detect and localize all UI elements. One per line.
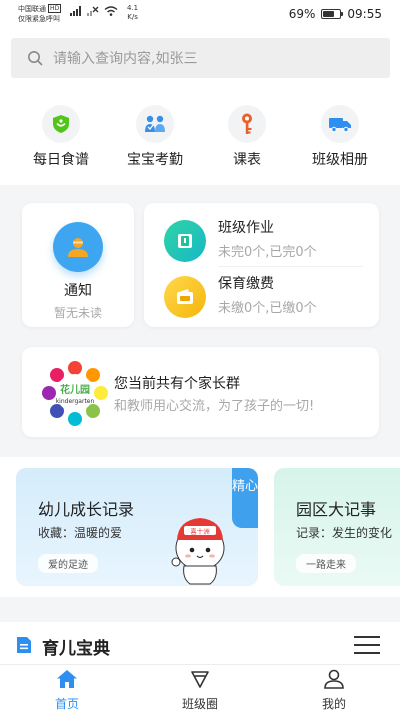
meal-icon-wrap (42, 105, 80, 143)
quick-action-meal[interactable]: 每日食谱 (16, 105, 106, 169)
tab-label: 班级圈 (181, 697, 218, 711)
notice-title: 通知 (64, 283, 92, 299)
home-icon (57, 670, 77, 688)
class-circle-icon (191, 671, 209, 688)
carrier-label: 中国联通 (18, 5, 46, 13)
document-icon (17, 637, 31, 653)
notice-icon-wrap (53, 222, 103, 272)
truck-icon (329, 118, 351, 133)
record-title: 园区大记事 (296, 500, 377, 519)
kindergarten-logo: 花儿园 kindergarten (42, 361, 108, 426)
quick-action-label: 宝宝考勤 (127, 152, 183, 168)
tab-home[interactable]: 首页 (27, 669, 107, 711)
tab-class-circle[interactable]: 班级圈 (160, 669, 240, 711)
search-placeholder: 请输入查询内容,如张三 (53, 51, 198, 67)
speed-value: 4.1 (127, 4, 139, 12)
battery-fill (323, 11, 335, 17)
logo-text: 花儿园 (60, 383, 90, 396)
network-speed: 4.1 K/s (127, 4, 138, 22)
signal-icons (70, 6, 118, 16)
attendance-icon (145, 115, 165, 132)
mascot-hat-text: 喜十洲 (190, 527, 210, 536)
featured-badge: 精心 (232, 468, 258, 528)
notice-icon (68, 238, 88, 257)
homework-title: 班级作业 (218, 220, 274, 236)
quick-action-schedule[interactable]: 课表 (202, 105, 292, 169)
homework-icon-wrap (164, 220, 206, 262)
bottom-tab-bar: 首页 班级圈 我的 (0, 664, 400, 711)
campus-events-card[interactable]: 园区大记事 记录：发生的变化 一路走来 (274, 468, 400, 586)
quick-action-label: 每日食谱 (33, 152, 89, 168)
battery-icon (321, 9, 344, 19)
logo-subtext: kindergarten (56, 398, 95, 405)
top-panel: 请输入查询内容,如张三 每日食谱 宝宝考勤 课表 班级相册 (0, 30, 400, 185)
record-subtitle: 记录：发生的变化 (296, 526, 393, 540)
notice-subtitle: 暂无未读 (53, 306, 102, 320)
fees-icon-wrap (164, 276, 206, 318)
parent-group-card[interactable]: 花儿园 kindergarten 您当前共有个家长群 和教师用心交流，为了孩子的… (22, 347, 379, 437)
fees-item[interactable]: 保育缴费 未缴0个,已缴0个 (164, 273, 374, 323)
tab-label: 首页 (54, 697, 79, 711)
battery-percent: 69% (288, 7, 316, 21)
quick-action-label: 课表 (233, 152, 261, 168)
user-icon (324, 669, 344, 689)
record-subtitle: 收藏：温暖的爱 (38, 526, 123, 540)
records-carousel[interactable]: 幼儿成长记录 收藏：温暖的爱 爱的足迹 精心 喜十洲 园区大记事 记录：发生的变… (0, 457, 400, 597)
hd-badge: HD (48, 4, 62, 13)
wifi-icon (104, 6, 118, 16)
notice-card[interactable]: 通知 暂无未读 (22, 203, 134, 327)
fees-title: 保育缴费 (218, 276, 274, 292)
wallet-icon (177, 289, 193, 304)
attendance-icon-wrap (136, 105, 174, 143)
section-title: 育儿宝典 (42, 639, 110, 659)
search-bar[interactable]: 请输入查询内容,如张三 (11, 38, 390, 78)
tab-label: 我的 (321, 697, 346, 711)
divider (218, 266, 363, 267)
carrier-info: 中国联通 HD 仅限紧急呼叫 (18, 4, 62, 24)
status-bar: 中国联通 HD 仅限紧急呼叫 4.1 K/s 69% 09:55 (0, 0, 400, 30)
key-icon-wrap (228, 105, 266, 143)
homework-icon (178, 234, 192, 248)
clock: 09:55 (347, 7, 382, 21)
parenting-guide-header: 育儿宝典 (0, 622, 400, 664)
record-title: 幼儿成长记录 (38, 500, 135, 519)
quick-action-label: 班级相册 (312, 152, 368, 168)
speed-unit: K/s (127, 13, 138, 21)
no-signal-icon (87, 6, 99, 16)
record-pill: 一路走来 (296, 554, 356, 573)
truck-icon-wrap (321, 105, 359, 143)
meal-icon (53, 115, 69, 133)
tasks-card: 班级作业 未完0个,已完0个 保育缴费 未缴0个,已缴0个 (144, 203, 379, 327)
quick-action-attendance[interactable]: 宝宝考勤 (110, 105, 200, 169)
signal-icon (70, 6, 81, 16)
record-pill: 爱的足迹 (38, 554, 98, 573)
parent-group-subtitle: 和教师用心交流，为了孩子的一切! (114, 399, 315, 414)
quick-action-album[interactable]: 班级相册 (295, 105, 385, 169)
tab-mine[interactable]: 我的 (294, 669, 374, 711)
search-icon (28, 51, 43, 66)
homework-item[interactable]: 班级作业 未完0个,已完0个 (164, 217, 374, 267)
fees-subtitle: 未缴0个,已缴0个 (218, 301, 317, 316)
key-icon (242, 113, 252, 134)
mascot-illustration: 喜十洲 (171, 518, 225, 585)
emergency-label: 仅限紧急呼叫 (18, 15, 60, 23)
menu-icon[interactable] (354, 636, 380, 654)
growth-record-card[interactable]: 幼儿成长记录 收藏：温暖的爱 爱的足迹 精心 喜十洲 (16, 468, 258, 586)
parent-group-title: 您当前共有个家长群 (114, 376, 240, 392)
homework-subtitle: 未完0个,已完0个 (218, 245, 317, 260)
